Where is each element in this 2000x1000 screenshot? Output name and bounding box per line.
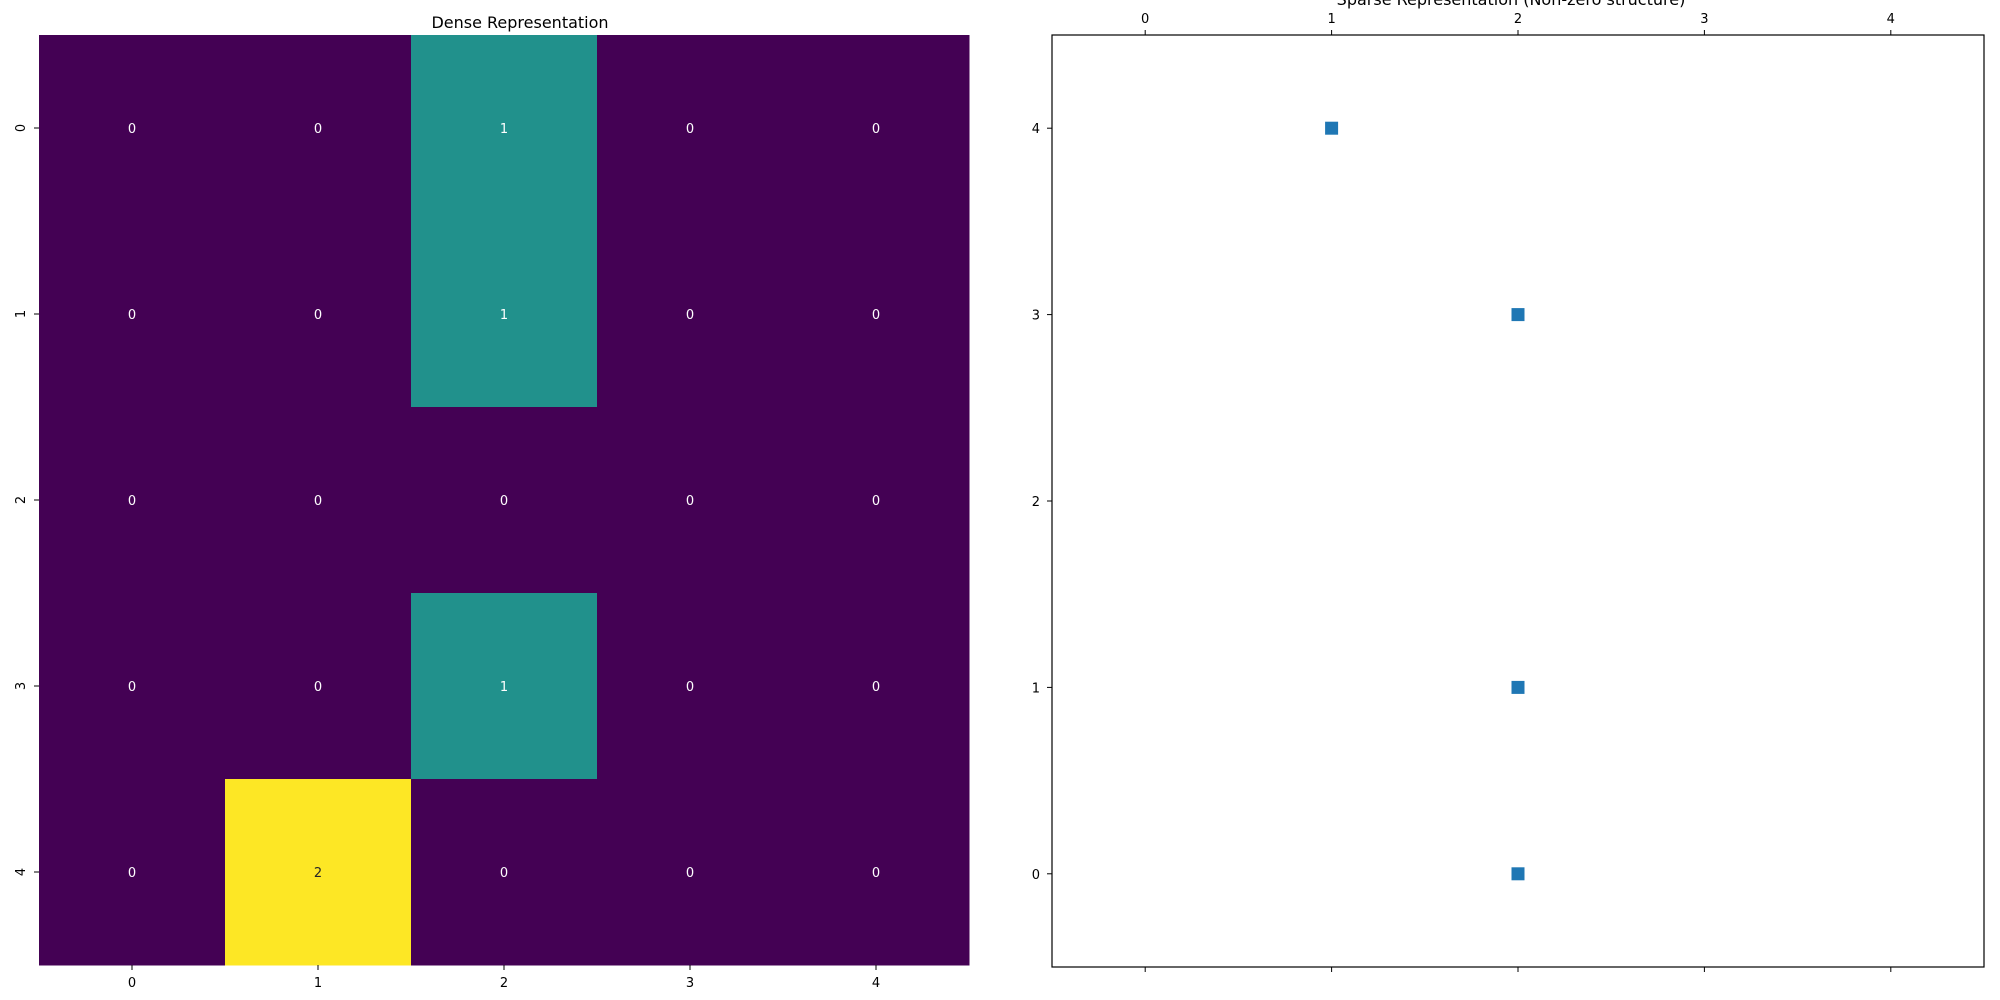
y-tick-label: 0 xyxy=(14,124,29,132)
heatmap-cell-label: 0 xyxy=(686,494,694,509)
heatmap-cell-label: 1 xyxy=(500,680,508,695)
x-tick-label: 2 xyxy=(500,976,508,991)
nonzero-marker xyxy=(1325,121,1339,135)
heatmap-x-ticks: 0 1 2 3 4 xyxy=(128,965,880,991)
heatmap-cell-label: 0 xyxy=(314,680,322,695)
sparse-plot-frame xyxy=(1051,34,1985,968)
y-tick-label: 4 xyxy=(1032,122,1040,137)
y-tick-label: 3 xyxy=(1032,309,1040,324)
y-tick-label: 3 xyxy=(14,682,29,690)
heatmap-cell-label: 0 xyxy=(128,866,136,881)
heatmap-cell-label: 0 xyxy=(872,494,880,509)
x-tick-label: 3 xyxy=(1700,12,1708,27)
heatmap-cell-label: 1 xyxy=(500,308,508,323)
heatmap-cell-label: 0 xyxy=(314,122,322,137)
heatmap-cell-label: 0 xyxy=(872,122,880,137)
y-tick-label: 1 xyxy=(1032,681,1040,696)
heatmap-cell-label: 0 xyxy=(128,494,136,509)
heatmap-cell-label: 0 xyxy=(500,866,508,881)
heatmap-cell-label: 0 xyxy=(872,308,880,323)
heatmap-cell-label: 0 xyxy=(500,494,508,509)
heatmap-cell-label: 0 xyxy=(686,122,694,137)
heatmap-cell-label: 0 xyxy=(128,680,136,695)
nonzero-marker xyxy=(1511,308,1525,322)
x-tick-label: 3 xyxy=(686,976,694,991)
y-tick-label: 0 xyxy=(1032,868,1040,883)
x-tick-label: 4 xyxy=(1887,12,1895,27)
sparse-structure-panel: Sparse Representation (Non-zero structur… xyxy=(1032,0,1985,972)
heatmap-y-ticks: 0 1 2 3 4 xyxy=(14,124,39,876)
heatmap-cell-label: 0 xyxy=(686,680,694,695)
heatmap-cell-label: 0 xyxy=(314,308,322,323)
sparse-structure-title: Sparse Representation (Non-zero structur… xyxy=(1337,0,1686,9)
heatmap-cell-label: 1 xyxy=(500,122,508,137)
heatmap-cell-label: 0 xyxy=(128,122,136,137)
x-tick-label: 1 xyxy=(1327,12,1335,27)
y-tick-label: 2 xyxy=(14,496,29,504)
y-tick-label: 2 xyxy=(1032,495,1040,510)
x-tick-label: 4 xyxy=(872,976,880,991)
dense-heatmap-panel: Dense Representation 0 0 1 0 00 0 1 0 00 0 0 0 00 0 1 0… xyxy=(14,13,970,991)
heatmap-cell-label: 0 xyxy=(686,866,694,881)
heatmap-cell-label: 0 xyxy=(872,866,880,881)
nonzero-marker xyxy=(1511,680,1525,694)
heatmap-cell-label: 0 xyxy=(314,494,322,509)
figure: Dense Representation 0 0 1 0 00 0 1 0 00 0 0 0 00 0 1 0… xyxy=(14,0,1985,991)
sparse-y-ticks: 0 1 2 3 4 xyxy=(1032,122,1052,883)
dense-heatmap-title: Dense Representation xyxy=(431,13,608,32)
x-tick-label: 1 xyxy=(314,976,322,991)
x-tick-label: 2 xyxy=(1514,12,1522,27)
x-tick-label: 0 xyxy=(1141,12,1149,27)
x-tick-label: 0 xyxy=(128,976,136,991)
heatmap-cell-label: 0 xyxy=(872,680,880,695)
heatmap-cell-label: 0 xyxy=(128,308,136,323)
y-tick-label: 1 xyxy=(14,310,29,318)
nonzero-marker xyxy=(1511,867,1525,881)
heatmap-cell-label: 2 xyxy=(314,866,322,881)
heatmap-cell-label: 0 xyxy=(686,308,694,323)
y-tick-label: 4 xyxy=(14,868,29,876)
